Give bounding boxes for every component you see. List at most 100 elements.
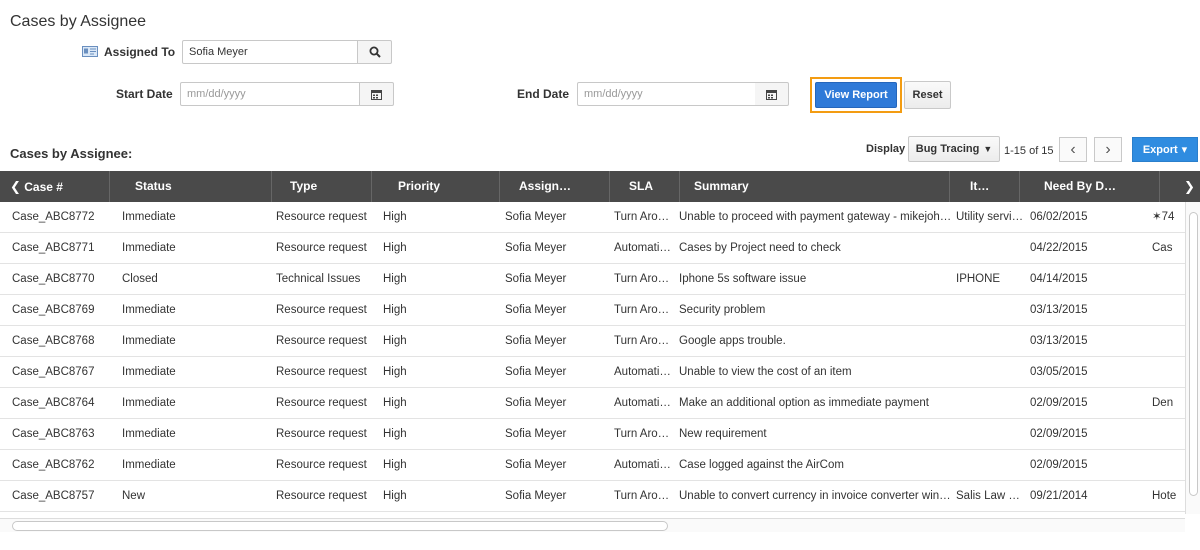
cell-extra (1152, 450, 1185, 481)
cell-status: Immediate (122, 335, 176, 347)
cell-item (956, 450, 1028, 481)
cell-extra: Cas (1152, 242, 1173, 254)
scroll-columns-left-icon[interactable]: ❮ (10, 179, 21, 194)
end-date-input[interactable]: mm/dd/yyyy (577, 82, 757, 106)
column-header-sla[interactable]: SLA (610, 171, 680, 202)
scroll-columns-right-icon[interactable]: ❯ (1160, 171, 1200, 202)
column-header-need-by-date[interactable]: Need By D… (1020, 171, 1160, 202)
cell-need-by-date: 02/09/2015 (1030, 459, 1088, 471)
cell-assignee: Sofia Meyer (505, 242, 567, 254)
cell-summary: Iphone 5s software issue (679, 273, 807, 285)
start-date-label: Start Date (116, 87, 173, 101)
cell-case: Case_ABC8757 (12, 490, 95, 502)
column-header-status[interactable]: Status (110, 171, 272, 202)
cell-item (956, 233, 1028, 264)
cell-need-by-date: 02/09/2015 (1030, 397, 1088, 409)
calendar-icon (766, 89, 777, 100)
end-date-calendar-button[interactable] (755, 82, 789, 106)
cell-sla: Automati… (614, 459, 671, 471)
cell-assignee: Sofia Meyer (505, 397, 567, 409)
cell-status: Immediate (122, 211, 176, 223)
cell-priority: High (383, 242, 407, 254)
cell-status: Immediate (122, 459, 176, 471)
cell-type: Technical Issues (276, 273, 361, 285)
cell-sla: Turn Aro… (614, 428, 670, 440)
cell-priority: High (383, 335, 407, 347)
pager-count: 1-15 of 15 (1004, 145, 1054, 157)
table-row[interactable]: Case_ABC8770 Closed Technical Issues High So… (0, 264, 1185, 295)
report-section-title: Cases by Assignee: (10, 146, 133, 161)
cell-sla: Automati… (614, 366, 671, 378)
table-row[interactable]: Case_ABC8768 Immediate Resource request Hig… (0, 326, 1185, 357)
table-row[interactable]: Case_ABC8757 New Resource request High Sofia… (0, 481, 1185, 512)
view-report-highlight: View Report (810, 77, 902, 113)
cell-status: Immediate (122, 366, 176, 378)
search-button[interactable] (358, 40, 392, 64)
cell-summary: Make an additional option as immediate p… (679, 397, 929, 409)
cell-summary: Cases by Project need to check (679, 242, 841, 254)
cell-type: Resource request (276, 397, 367, 409)
column-header-priority[interactable]: Priority (372, 171, 500, 202)
cell-summary: Google apps trouble. (679, 335, 786, 347)
vertical-scrollbar-thumb[interactable] (1189, 212, 1198, 496)
cell-need-by-date: 09/21/2014 (1030, 490, 1088, 502)
end-date-label: End Date (517, 87, 570, 101)
vertical-scrollbar[interactable] (1185, 202, 1200, 514)
column-header-item[interactable]: It… (950, 171, 1020, 202)
view-report-button[interactable]: View Report (815, 82, 897, 108)
cell-case: Case_ABC8771 (12, 242, 95, 254)
cell-item: Utility servi… (956, 211, 1024, 223)
search-icon (369, 46, 381, 58)
table-row[interactable]: Case_ABC8767 Immediate Resource request Hig… (0, 357, 1185, 388)
reset-button[interactable]: Reset (904, 81, 951, 109)
cell-extra: Den (1152, 397, 1174, 409)
table-row[interactable]: Case_ABC8762 Immediate Resource request Hig… (0, 450, 1185, 481)
horizontal-scrollbar[interactable] (0, 518, 1185, 532)
grid-body: Case_ABC8772 Immediate Resource request Hig… (0, 202, 1185, 514)
cell-extra: ✶74 (1152, 211, 1175, 223)
chevron-right-icon: › (1105, 140, 1111, 158)
cell-need-by-date: 03/13/2015 (1030, 304, 1088, 316)
cell-assignee: Sofia Meyer (505, 459, 567, 471)
column-header-type[interactable]: Type (272, 171, 372, 202)
table-row[interactable]: Case_ABC8769 Immediate Resource request Hig… (0, 295, 1185, 326)
cell-type: Resource request (276, 211, 367, 223)
cell-summary: Unable to convert currency in invoice co… (679, 490, 951, 502)
table-row[interactable]: Case_ABC8772 Immediate Resource request Hig… (0, 202, 1185, 233)
cell-case: Case_ABC8767 (12, 366, 95, 378)
table-row[interactable]: Case_ABC8764 Immediate Resource request Hig… (0, 388, 1185, 419)
start-date-calendar-button[interactable] (360, 82, 394, 106)
start-date-input[interactable]: mm/dd/yyyy (180, 82, 360, 106)
cell-summary: Case logged against the AirCom (679, 459, 844, 471)
cell-case: Case_ABC8762 (12, 459, 95, 471)
cell-case: Case_ABC8764 (12, 397, 95, 409)
grid-header: ❮ Case # Status Type Priority Assign… SL… (0, 171, 1200, 202)
cell-summary: New requirement (679, 428, 767, 440)
cell-status: Immediate (122, 242, 176, 254)
column-header-summary[interactable]: Summary (680, 171, 950, 202)
assigned-to-input[interactable]: Sofia Meyer (182, 40, 358, 64)
cell-type: Resource request (276, 428, 367, 440)
cell-assignee: Sofia Meyer (505, 335, 567, 347)
table-row[interactable]: Case_ABC8763 Immediate Resource request Hig… (0, 419, 1185, 450)
cell-status: Immediate (122, 397, 176, 409)
cell-type: Resource request (276, 335, 367, 347)
cell-case: Case_ABC8770 (12, 273, 95, 285)
chevron-down-icon: ▼ (983, 144, 993, 154)
horizontal-scrollbar-thumb[interactable] (12, 521, 668, 531)
cell-priority: High (383, 211, 407, 223)
table-row[interactable]: Case_ABC8771 Immediate Resource request Hig… (0, 233, 1185, 264)
cell-item (956, 357, 1028, 388)
cell-assignee: Sofia Meyer (505, 428, 567, 440)
export-button[interactable]: Export ▾ (1132, 137, 1198, 162)
cell-priority: High (383, 428, 407, 440)
prev-page-button[interactable]: ‹ (1059, 137, 1087, 162)
column-header-assignee[interactable]: Assign… (500, 171, 610, 202)
next-page-button[interactable]: › (1094, 137, 1122, 162)
calendar-icon (371, 89, 382, 100)
display-dropdown[interactable]: Bug Tracing ▼ (908, 136, 1000, 162)
cell-extra: Hote (1152, 490, 1177, 502)
column-header-case[interactable]: ❮ Case # (0, 171, 110, 202)
cell-priority: High (383, 397, 407, 409)
contact-card-icon (82, 46, 98, 57)
